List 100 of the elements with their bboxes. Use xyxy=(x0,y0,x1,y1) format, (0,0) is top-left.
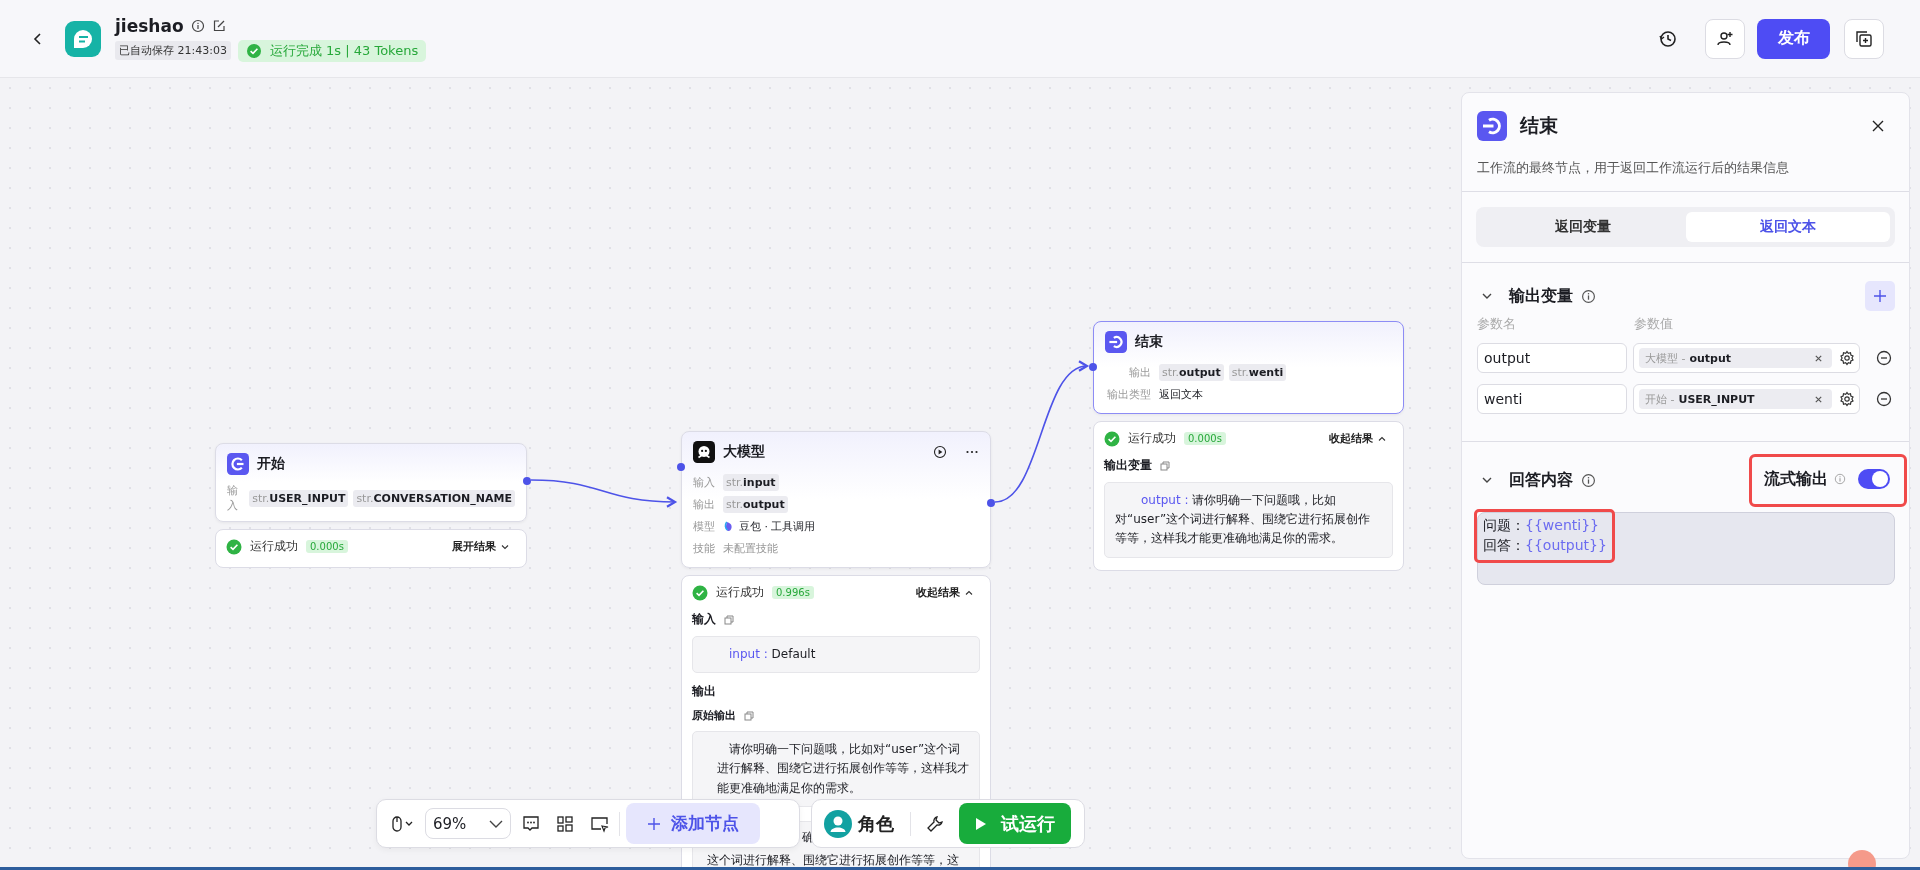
node-title: 结束 xyxy=(1135,333,1163,351)
variable-name-field[interactable]: output xyxy=(1477,343,1627,373)
settings-icon[interactable] xyxy=(1839,391,1855,407)
result-toggle[interactable]: 收起结果 xyxy=(916,585,980,600)
add-collaborator-button[interactable] xyxy=(1705,18,1745,59)
chat-bubble-icon xyxy=(65,20,101,57)
field-label: 输出类型 xyxy=(1106,386,1151,402)
settings-icon[interactable] xyxy=(1839,350,1855,366)
section-heading: 输出变量 xyxy=(1104,457,1152,474)
output-value-text: 这个词进行解释、围绕它进行拓展创作等等，这 xyxy=(707,851,960,869)
autosave-label: 已自动保存 21:43:03 xyxy=(115,41,231,60)
info-icon[interactable] xyxy=(1581,472,1596,488)
variable-value-field[interactable]: 大模型 - output xyxy=(1633,343,1860,373)
end-node-icon xyxy=(1477,111,1507,141)
result-toggle[interactable]: 收起结果 xyxy=(1329,431,1393,446)
connection-port[interactable] xyxy=(523,477,531,485)
check-circle-icon xyxy=(226,538,242,555)
grid-icon xyxy=(556,814,574,833)
variable-reference-tag: 大模型 - output xyxy=(1639,348,1832,368)
column-header: 参数名 xyxy=(1477,315,1517,333)
variable-tag: str.input xyxy=(723,473,779,491)
model-node-icon xyxy=(693,441,715,463)
output-value-text: input : Default xyxy=(728,646,817,663)
field-label: 输出 xyxy=(1128,364,1151,380)
panel-description: 工作流的最终节点，用于返回工作流运行后的结果信息 xyxy=(1476,159,1790,177)
toggle-switch[interactable] xyxy=(1858,469,1890,489)
variable-tag: str.output xyxy=(1159,363,1224,381)
plus-icon xyxy=(647,816,661,831)
variable-tag: str.USER_INPUT xyxy=(249,489,349,507)
skills-placeholder: 未配置技能 xyxy=(723,540,778,556)
node-title: 开始 xyxy=(257,455,285,473)
role-button[interactable]: 角色 xyxy=(824,809,902,838)
info-icon[interactable] xyxy=(1581,288,1596,304)
connection-port[interactable] xyxy=(677,463,685,471)
play-icon xyxy=(975,816,987,831)
clear-icon[interactable] xyxy=(1814,353,1823,363)
variable-value-field[interactable]: 开始 - USER_INPUT xyxy=(1633,384,1860,414)
result-toggle[interactable]: 展开结果 xyxy=(452,539,516,554)
duration-badge: 0.996s xyxy=(772,586,814,599)
column-header: 参数值 xyxy=(1634,315,1673,333)
field-label: 输出 xyxy=(693,496,715,512)
variable-name-field[interactable]: wenti xyxy=(1477,384,1627,414)
run-status-text: 运行完成 1s | 43 Tokens xyxy=(269,41,419,60)
field-label: 模型 xyxy=(693,518,715,534)
close-icon[interactable] xyxy=(1871,119,1885,133)
field-label: 输入 xyxy=(227,483,239,513)
edit-icon[interactable] xyxy=(211,18,226,33)
play-icon[interactable] xyxy=(933,445,947,459)
field-label: 输入 xyxy=(693,474,715,490)
answer-text-field[interactable]: 问题：{{wenti}} 回答：{{output}} xyxy=(1477,512,1895,585)
duration-badge: 0.000s xyxy=(1184,432,1226,445)
variable-reference-tag: 开始 - USER_INPUT xyxy=(1639,389,1832,409)
output-value-text: 请你明确一下问题哦，比如对“user”这个词进行解释、围绕它进行拓展创作等等，这样我才能更准确地满足你的需求。 xyxy=(716,741,969,797)
connection-port[interactable] xyxy=(1089,363,1097,371)
check-circle-icon xyxy=(692,584,708,601)
section-heading: 输出 xyxy=(692,683,716,701)
duplicate-icon xyxy=(1854,28,1874,49)
section-title: 输出变量 xyxy=(1509,285,1573,307)
app-title: jieshao xyxy=(115,15,184,36)
model-logo-icon xyxy=(723,520,734,532)
output-value-text: output : 请你明确一下问题哦，比如对“user”这个词进行解释、围绕它进行拓展创作等等，这样我才能更准确地满足你的需求。 xyxy=(1115,492,1372,548)
check-circle-icon xyxy=(245,42,262,59)
chevron-icon xyxy=(489,818,503,829)
streaming-output-label: 流式输出 xyxy=(1764,468,1828,490)
field-label: 技能 xyxy=(693,540,715,556)
variable-tag: str.CONVERSATION_NAME xyxy=(353,489,515,507)
remove-icon[interactable] xyxy=(1876,391,1892,407)
start-node-icon xyxy=(227,453,249,475)
comment-icon xyxy=(522,814,540,833)
publish-button[interactable]: 发布 xyxy=(1757,18,1830,59)
variable-tag: str.output xyxy=(723,495,788,513)
info-icon[interactable] xyxy=(190,18,205,33)
history-icon[interactable] xyxy=(1658,28,1678,49)
plus-icon xyxy=(1873,289,1887,303)
duplicate-button[interactable] xyxy=(1844,18,1884,59)
run-status-text: 运行成功 xyxy=(716,584,764,601)
wrench-icon xyxy=(926,814,944,833)
panel-title: 结束 xyxy=(1520,113,1558,138)
connection-port[interactable] xyxy=(987,499,995,507)
add-variable-button[interactable] xyxy=(1865,281,1895,311)
section-heading: 输入 xyxy=(692,611,716,628)
segment-tab[interactable]: 返回文本 xyxy=(1685,212,1890,242)
run-status-text: 运行成功 xyxy=(250,538,298,555)
duration-badge: 0.000s xyxy=(306,540,348,553)
check-circle-icon xyxy=(1104,430,1120,447)
template-line: 回答：{{output}} xyxy=(1483,536,1607,555)
clear-icon[interactable] xyxy=(1814,394,1823,404)
node-title: 大模型 xyxy=(723,443,765,461)
segment-tab[interactable]: 返回变量 xyxy=(1481,212,1686,242)
output-type-value: 返回文本 xyxy=(1159,386,1203,402)
screen-pointer-icon xyxy=(590,814,610,833)
model-name: 豆包 · 工具调用 xyxy=(739,518,816,534)
run-status-text: 运行成功 xyxy=(1128,430,1176,447)
zoom-select[interactable]: 69% xyxy=(425,808,511,839)
remove-icon[interactable] xyxy=(1876,350,1892,366)
add-node-button[interactable]: 添加节点 xyxy=(626,803,760,844)
person-avatar-icon xyxy=(824,809,852,838)
section-title: 回答内容 xyxy=(1509,469,1573,491)
template-line: 问题：{{wenti}} xyxy=(1483,516,1600,535)
end-node-icon xyxy=(1105,331,1127,353)
